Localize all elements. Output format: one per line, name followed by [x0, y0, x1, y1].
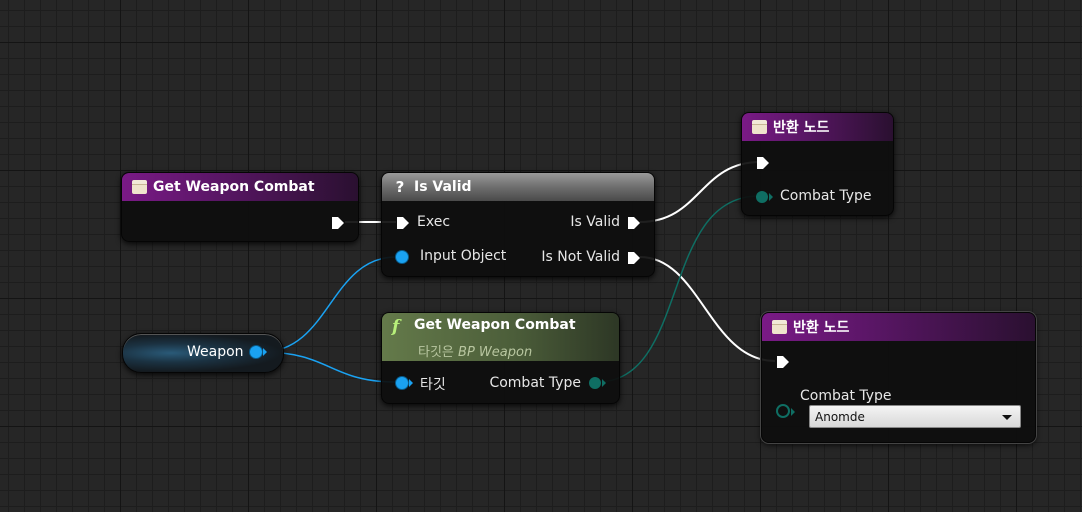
node-get-weapon-combat[interactable]: f Get Weapon Combat 타깃은 BP Weapon 타깃 Com…	[381, 312, 620, 404]
pin-arrow-icon	[769, 193, 773, 201]
exec-out-pin[interactable]	[331, 216, 345, 230]
input-object-pin[interactable]	[396, 251, 408, 263]
node-header: ? Is Valid	[382, 173, 654, 201]
node-function-entry[interactable]: Get Weapon Combat	[121, 172, 359, 242]
node-subtitle: 타깃은 BP Weapon	[418, 341, 532, 360]
node-title: Get Weapon Combat	[414, 317, 576, 333]
node-title: 반환 노드	[773, 120, 830, 136]
is-not-valid-exec-pin[interactable]	[627, 251, 641, 265]
node-title: Is Valid	[414, 179, 472, 195]
pin-arrow-icon	[602, 379, 606, 387]
exec-in-pin[interactable]	[756, 156, 770, 170]
pin-arrow-icon	[409, 379, 413, 387]
node-return-bottom[interactable]: 반환 노드 Combat Type Anomde	[761, 312, 1036, 443]
weapon-label: Weapon	[187, 344, 244, 360]
target-pin[interactable]	[396, 377, 408, 389]
is-valid-exec-pin[interactable]	[627, 216, 641, 230]
node-header: 반환 노드	[762, 313, 1035, 341]
return-node-icon	[752, 120, 767, 134]
combat-type-pin[interactable]	[776, 404, 790, 418]
exec-wire-notvalid-to-return	[639, 256, 776, 362]
return-node-icon	[772, 320, 787, 334]
is-valid-label: Is Valid	[570, 214, 620, 230]
function-f-icon: f	[392, 317, 400, 337]
node-is-valid[interactable]: ? Is Valid Exec Input Object Is Valid Is…	[381, 172, 655, 277]
dropdown-value: Anomde	[815, 410, 865, 424]
combat-type-label: Combat Type	[800, 388, 892, 404]
subtitle-prefix: 타깃은	[418, 345, 454, 360]
exec-in-pin[interactable]	[776, 355, 790, 369]
combat-type-dropdown[interactable]: Anomde	[809, 405, 1021, 428]
combat-type-pin[interactable]	[756, 191, 768, 203]
question-icon: ?	[395, 178, 405, 196]
is-not-valid-label: Is Not Valid	[541, 249, 620, 265]
exec-in-pin[interactable]	[396, 216, 410, 230]
node-title: Get Weapon Combat	[153, 179, 315, 195]
combat-type-out-pin[interactable]	[589, 377, 601, 389]
object-wire-weapon-to-input	[261, 256, 397, 353]
node-header: Get Weapon Combat	[122, 173, 358, 201]
chevron-down-icon	[1002, 415, 1012, 420]
node-return-top[interactable]: 반환 노드 Combat Type	[741, 112, 894, 216]
pin-arrow-icon	[263, 348, 267, 356]
pin-arrow-icon	[791, 408, 795, 416]
weapon-variable-node[interactable]: Weapon	[122, 333, 284, 373]
node-header: 반환 노드	[742, 113, 893, 141]
function-entry-icon	[132, 180, 147, 194]
combat-type-out-label: Combat Type	[489, 375, 581, 391]
weapon-out-pin[interactable]	[250, 346, 262, 358]
input-object-label: Input Object	[420, 248, 507, 264]
subtitle-target: BP Weapon	[458, 345, 533, 360]
node-header: f Get Weapon Combat 타깃은 BP Weapon	[382, 313, 619, 361]
combat-type-label: Combat Type	[780, 188, 872, 204]
exec-in-label: Exec	[417, 214, 451, 230]
target-label: 타깃	[420, 377, 446, 393]
node-title: 반환 노드	[793, 320, 850, 336]
